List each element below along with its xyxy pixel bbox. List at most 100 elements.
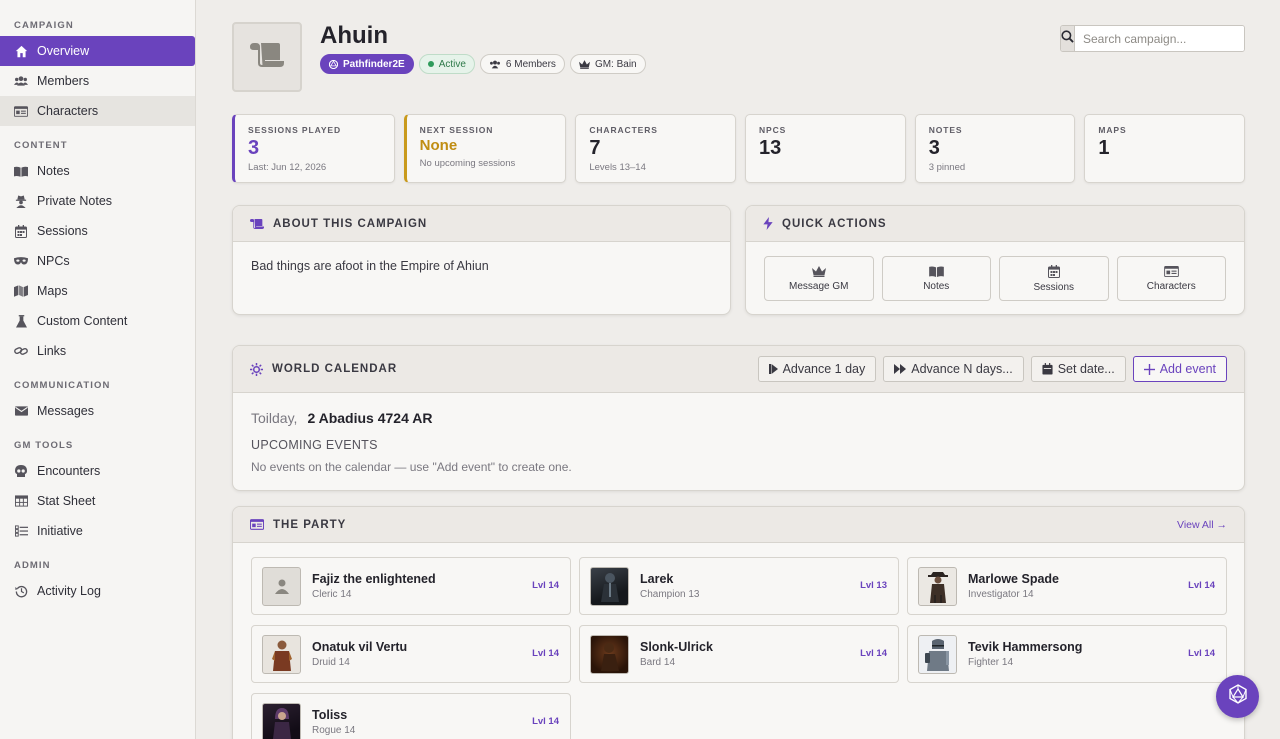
party-member-level: Lvl 14 — [532, 648, 559, 659]
stat-value: 3 — [928, 137, 940, 159]
sidebar-item-characters[interactable]: Characters — [0, 96, 195, 126]
sidebar-item-private-notes[interactable]: Private Notes — [0, 186, 195, 216]
stat-card-notes[interactable]: NOTES 3 3 pinned — [914, 114, 1076, 183]
about-panel-title: ABOUT THIS CAMPAIGN — [273, 217, 428, 230]
character-portrait — [262, 634, 301, 674]
id-card-icon — [1163, 265, 1179, 277]
party-member-card[interactable]: Larek Champion 13 Lvl 13 — [579, 557, 899, 615]
party-member-card[interactable]: Marlowe Spade Investigator 14 Lvl 14 — [907, 557, 1227, 615]
party-member-class: Investigator 14 — [968, 589, 1034, 600]
stat-label: MAPS — [1098, 125, 1127, 135]
sidebar-item-activity-log[interactable]: Activity Log — [0, 576, 195, 606]
stats-row: SESSIONS PLAYED 3 Last: Jun 12, 2026 NEX… — [232, 114, 1246, 183]
calendar-actions: Advance 1 day Advance N days... Set date… — [757, 356, 1227, 382]
sessions-button[interactable]: Sessions — [999, 256, 1109, 301]
envelope-icon — [14, 404, 28, 418]
message-gm-button[interactable]: Message GM — [764, 256, 874, 301]
sidebar-item-overview[interactable]: Overview — [0, 36, 195, 66]
character-portrait — [590, 634, 629, 674]
set-date-button[interactable]: Set date... — [1030, 356, 1126, 382]
system-badge: Pathfinder2E — [320, 54, 414, 74]
portrait-placeholder-icon — [262, 566, 301, 606]
users-icon — [489, 60, 501, 69]
stat-card-next-session[interactable]: NEXT SESSION None No upcoming sessions — [403, 114, 567, 183]
current-date: Toilday, 2 Abadius 4724 AR — [251, 410, 1226, 426]
stat-card-sessions-played[interactable]: SESSIONS PLAYED 3 Last: Jun 12, 2026 — [232, 114, 395, 183]
stat-card-characters[interactable]: CHARACTERS 7 Levels 13–14 — [575, 114, 737, 183]
search-input[interactable] — [1075, 26, 1244, 51]
world-calendar-panel: WORLD CALENDAR Advance 1 day Advance N d… — [232, 345, 1245, 491]
characters-button[interactable]: Characters — [1116, 256, 1226, 301]
sidebar-section-content: CONTENT — [14, 140, 68, 151]
fast-forward-icon — [894, 364, 907, 374]
sidebar-item-notes[interactable]: Notes — [0, 156, 195, 186]
calendar-body: Toilday, 2 Abadius 4724 AR UPCOMING EVEN… — [233, 393, 1244, 490]
book-icon — [14, 164, 28, 178]
party-member-card[interactable]: Tevik Hammersong Fighter 14 Lvl 14 — [907, 625, 1227, 683]
party-member-class: Bard 14 — [640, 657, 676, 668]
party-member-card[interactable]: Slonk-Ulrick Bard 14 Lvl 14 — [579, 625, 899, 683]
crown-icon — [578, 59, 590, 69]
sidebar-item-label: Links — [37, 344, 67, 358]
sidebar-item-messages[interactable]: Messages — [0, 396, 195, 426]
party-member-info: Onatuk vil Vertu Druid 14 — [312, 640, 407, 668]
notes-button[interactable]: Notes — [881, 256, 991, 301]
party-member-card[interactable]: Onatuk vil Vertu Druid 14 Lvl 14 — [251, 625, 571, 683]
sidebar-item-maps[interactable]: Maps — [0, 276, 195, 306]
party-member-name: Marlowe Spade — [968, 572, 1059, 586]
sidebar-item-links[interactable]: Links — [0, 336, 195, 366]
stat-value: 1 — [1098, 137, 1110, 159]
sidebar-item-sessions[interactable]: Sessions — [0, 216, 195, 246]
party-member-info: Marlowe Spade Investigator 14 — [968, 572, 1059, 600]
sidebar-item-custom-content[interactable]: Custom Content — [0, 306, 195, 336]
sidebar-item-npcs[interactable]: NPCs — [0, 246, 195, 276]
party-title: THE PARTY — [273, 518, 347, 531]
sidebar-section-communication: COMMUNICATION — [14, 380, 111, 391]
world-calendar-title: WORLD CALENDAR — [272, 363, 398, 375]
stat-label: NPCS — [759, 125, 787, 135]
message-gm-label: Message GM — [789, 280, 849, 292]
stat-sub: 3 pinned — [928, 162, 966, 173]
add-event-button[interactable]: Add event — [1132, 356, 1227, 382]
sidebar-item-members[interactable]: Members — [0, 66, 195, 96]
advance-1-day-button[interactable]: Advance 1 day — [757, 356, 877, 382]
party-member-class: Cleric 14 — [312, 589, 352, 600]
sidebar-item-label: Activity Log — [37, 584, 101, 598]
stat-card-maps[interactable]: MAPS 1 — [1084, 114, 1246, 183]
search-button[interactable] — [1061, 26, 1075, 51]
sidebar-item-initiative[interactable]: Initiative — [0, 516, 195, 546]
id-card-icon — [14, 104, 28, 118]
stat-card-npcs[interactable]: NPCS 13 — [745, 114, 906, 183]
sidebar-item-label: Notes — [37, 164, 70, 178]
party-member-card[interactable]: Toliss Rogue 14 Lvl 14 — [251, 693, 571, 739]
add-event-label: Add event — [1159, 362, 1216, 376]
advance-n-days-button[interactable]: Advance N days... — [883, 356, 1024, 382]
sun-icon — [250, 362, 263, 376]
user-secret-icon — [14, 194, 28, 208]
scroll-icon — [250, 41, 284, 74]
party-member-info: Fajiz the enlightened Cleric 14 — [312, 572, 436, 600]
dice-roller-button[interactable] — [1216, 675, 1259, 718]
notes-label: Notes — [923, 280, 950, 292]
sidebar-item-label: Overview — [37, 44, 90, 58]
party-member-name: Onatuk vil Vertu — [312, 640, 408, 654]
stat-sub: Levels 13–14 — [589, 162, 646, 173]
view-all-link[interactable]: View All → — [1177, 519, 1227, 531]
stat-label: NOTES — [928, 125, 963, 135]
sidebar-item-label: Initiative — [37, 524, 83, 538]
party-member-name: Toliss — [312, 708, 348, 722]
sidebar-item-encounters[interactable]: Encounters — [0, 456, 195, 486]
character-portrait — [262, 702, 301, 739]
link-icon — [14, 344, 28, 358]
party-member-level: Lvl 14 — [1188, 648, 1215, 659]
party-header: THE PARTY View All → — [233, 507, 1244, 543]
party-member-card[interactable]: Fajiz the enlightened Cleric 14 Lvl 14 — [251, 557, 571, 615]
stat-label: NEXT SESSION — [419, 125, 494, 135]
party-member-level: Lvl 14 — [1188, 580, 1215, 591]
party-panel: THE PARTY View All → Fajiz the enlighten… — [232, 506, 1245, 739]
step-forward-icon — [768, 364, 778, 374]
sidebar: CAMPAIGN Overview Members Characters CON… — [0, 0, 196, 739]
sidebar-item-stat-sheet[interactable]: Stat Sheet — [0, 486, 195, 516]
world-calendar-header: WORLD CALENDAR Advance 1 day Advance N d… — [233, 346, 1244, 393]
scroll-icon — [250, 218, 264, 230]
